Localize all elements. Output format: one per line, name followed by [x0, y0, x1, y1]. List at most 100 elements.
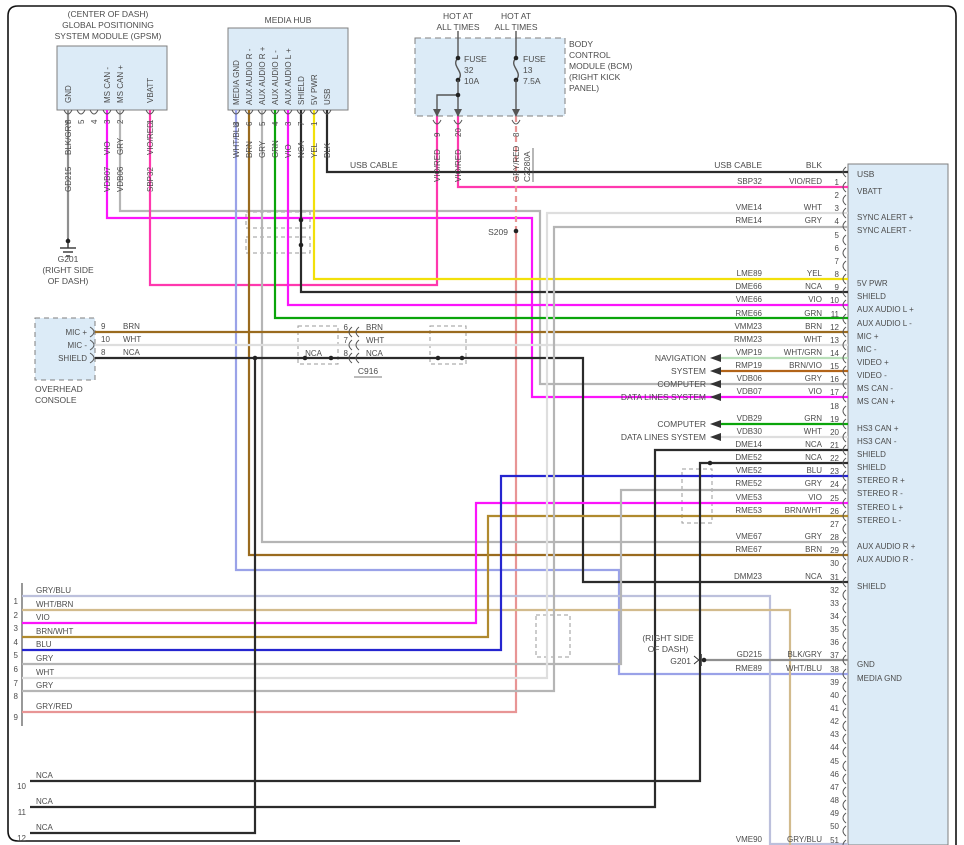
right-row-bracket — [842, 681, 847, 693]
right-row-bracket — [842, 825, 847, 837]
right-row-color: NCA — [805, 282, 823, 291]
left-row-pin: 5 — [14, 651, 19, 660]
junction-dot — [65, 238, 71, 244]
hot-label-1b: ALL TIMES — [437, 22, 480, 32]
usb-cable-color-label: BLK — [806, 160, 822, 170]
right-row-pin: 8 — [835, 270, 840, 279]
left-row-pin: 4 — [14, 638, 19, 647]
off-page-arrow — [710, 420, 721, 428]
wiring-diagram-canvas: 8GNDBLK/GRYGD2155 4 3MS CAN -VIOVDB072MS C… — [7, 5, 957, 845]
wire-left7-vme14 — [22, 211, 848, 680]
right-row-pin: 10 — [830, 296, 839, 305]
bcm-pin-number: 8 — [512, 132, 521, 137]
junction-dot — [298, 242, 304, 248]
right-row-label: VIDEO - — [857, 371, 887, 380]
media-hub-wire-color: WHT/BLU — [232, 122, 241, 158]
right-row-pin: 45 — [830, 757, 839, 766]
right-row-pin: 22 — [830, 454, 839, 463]
right-row-circuit: DME52 — [735, 453, 762, 462]
right-row-pin: 44 — [830, 743, 839, 752]
right-row-color: YEL — [807, 269, 823, 278]
right-row-circuit: RME53 — [735, 506, 762, 515]
c916-pin-number: 8 — [344, 349, 349, 358]
left-row-pin: 8 — [14, 692, 19, 701]
media-hub-pin-label: MEDIA GND — [232, 60, 241, 105]
right-row-label: HS3 CAN + — [857, 424, 899, 433]
fuse1-name: FUSE — [464, 54, 487, 64]
fuse2-number: 13 — [523, 65, 533, 75]
right-row-label: HS3 CAN - — [857, 437, 897, 446]
off-page-arrow — [710, 354, 721, 362]
right-row-pin: 6 — [835, 244, 840, 253]
right-row-label: VBATT — [857, 187, 882, 196]
fuse2-name: FUSE — [523, 54, 546, 64]
right-row-label: MEDIA GND — [857, 674, 902, 683]
right-row-circuit: VDB29 — [737, 414, 763, 423]
ground-g201-left-id: G201 — [58, 254, 79, 264]
bcm-wire-color: VIO/RED — [433, 149, 442, 182]
right-row-color: NCA — [805, 453, 823, 462]
bcm-wire-color: GRY/RED — [512, 145, 521, 182]
wires-layer — [22, 110, 848, 845]
right-row-circuit: RME66 — [735, 309, 762, 318]
right-row-circuit: RME67 — [735, 545, 762, 554]
right-row-label: AUX AUDIO R + — [857, 542, 916, 551]
ground-g201-right-loc1: (RIGHT SIDE — [642, 633, 694, 643]
bcm-label-3: MODULE (BCM) — [569, 61, 632, 71]
wire-left3-vme53 — [22, 501, 848, 625]
gpsm-pin-number: 4 — [90, 119, 99, 124]
c916-pin-number: 6 — [344, 323, 349, 332]
console-pin-label: MIC - — [67, 341, 87, 350]
right-row-label: SHIELD — [857, 292, 886, 301]
right-row-pin: 35 — [830, 625, 839, 634]
left-row-pin: 9 — [14, 713, 19, 722]
ref-computer2-line1: COMPUTER — [657, 419, 706, 429]
c916-wire-color: WHT — [366, 336, 384, 345]
gpsm-pin-label: GND — [64, 85, 73, 103]
right-row-circuit: DME66 — [735, 282, 762, 291]
right-row-circuit: VMP19 — [736, 348, 763, 357]
right-row-bracket — [842, 628, 847, 640]
right-row-color: GRY — [805, 479, 823, 488]
media-hub-pin-label: SHIELD — [297, 76, 306, 105]
right-row-pin: 36 — [830, 638, 839, 647]
console-pin-label: SHIELD — [58, 354, 87, 363]
ground-g201-left-loc2: OF DASH) — [48, 276, 89, 286]
right-row-color: WHT — [804, 335, 822, 344]
gpsm-pin-number: 3 — [103, 119, 112, 124]
ref-navigation-line1: NAVIGATION — [655, 353, 706, 363]
junction-dot — [455, 55, 461, 61]
right-row-pin: 46 — [830, 770, 839, 779]
gpsm-wire-color: VIO/RED — [146, 122, 155, 155]
left-row-color: GRY/RED — [36, 702, 73, 711]
right-row-circuit: RME14 — [735, 216, 762, 225]
right-row-bracket — [842, 786, 847, 798]
gpsm-wire-color: BLK/GRY — [64, 120, 73, 155]
right-row-color: NCA — [805, 440, 823, 449]
left-row-pin: 10 — [17, 782, 26, 791]
gpsm-wire-circuit: GD215 — [64, 166, 73, 192]
media-hub-pin-label: 5V PWR — [310, 74, 319, 105]
ground-g201-left-loc1: (RIGHT SIDE — [42, 265, 94, 275]
right-row-label: STEREO R - — [857, 489, 903, 498]
bcm-label-4: (RIGHT KICK — [569, 72, 621, 82]
gpsm-wire-color: VIO — [103, 141, 112, 155]
right-row-color: GRN — [804, 309, 822, 318]
right-row-bracket — [842, 562, 847, 574]
right-row-color: VIO/RED — [789, 177, 822, 186]
right-row-circuit: GD215 — [737, 650, 763, 659]
right-row-circuit: VDB30 — [737, 427, 763, 436]
media-hub-pin-label: AUX AUDIO L + — [284, 48, 293, 105]
right-row-bracket — [842, 746, 847, 758]
right-row-pin: 21 — [830, 441, 839, 450]
right-row-color: BRN — [805, 322, 822, 331]
off-page-arrow — [710, 367, 721, 375]
console-pin-label: MIC + — [65, 328, 87, 337]
wire-vme66 — [286, 110, 848, 307]
right-row-pin: 27 — [830, 520, 839, 529]
right-row-pin: 14 — [830, 349, 839, 358]
media-hub-pin-number: 1 — [310, 121, 319, 126]
fuse1-rating: 10A — [464, 76, 479, 86]
right-row-color: WHT — [804, 427, 822, 436]
hot-label-2b: ALL TIMES — [495, 22, 538, 32]
